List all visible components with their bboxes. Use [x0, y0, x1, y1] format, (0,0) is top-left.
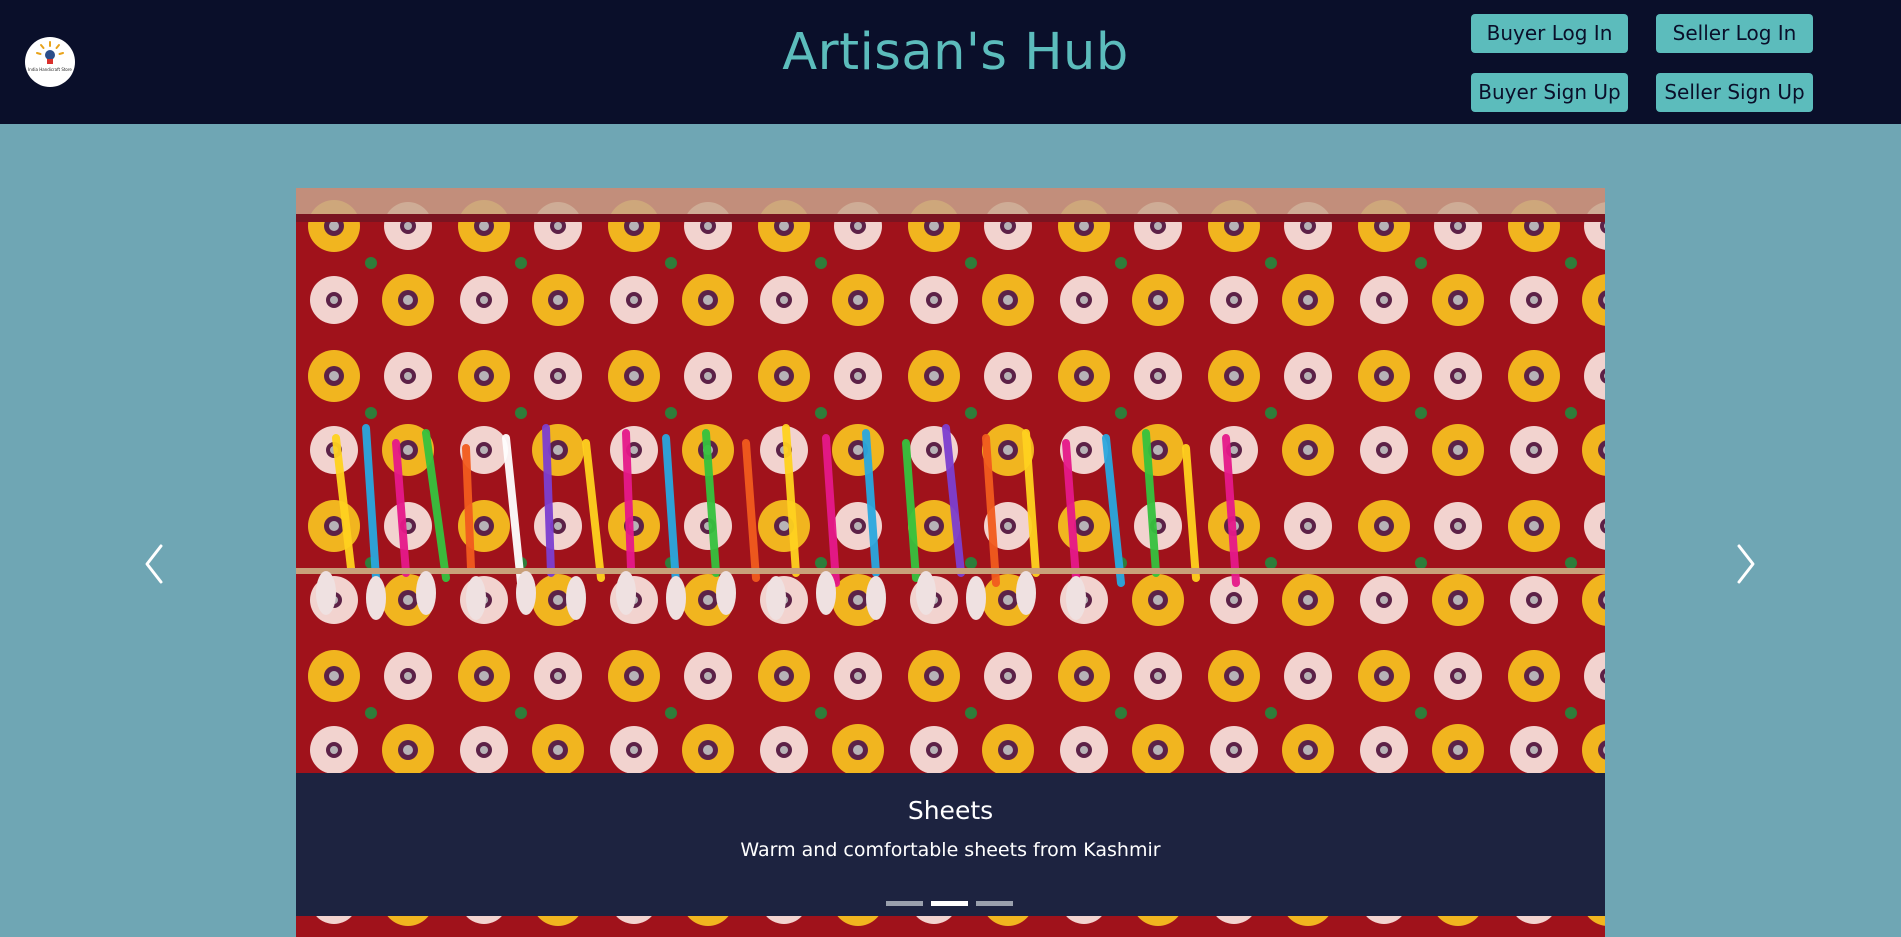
seller-signup-button[interactable]: Seller Sign Up	[1656, 73, 1813, 112]
image-carousel: Sheets Warm and comfortable sheets from …	[296, 188, 1605, 937]
buyer-signup-button[interactable]: Buyer Sign Up	[1471, 73, 1628, 112]
buyer-login-button[interactable]: Buyer Log In	[1471, 14, 1628, 53]
carousel-indicator[interactable]	[886, 901, 923, 906]
carousel-indicator[interactable]	[976, 901, 1013, 906]
seller-login-button[interactable]: Seller Log In	[1656, 14, 1813, 53]
carousel-prev-button[interactable]	[136, 540, 176, 588]
chevron-left-icon	[145, 544, 163, 584]
chevron-right-icon	[1737, 544, 1755, 584]
carousel-indicator-active[interactable]	[931, 901, 968, 906]
top-navbar: India Handicraft Store Artisan's Hub Buy…	[0, 0, 1901, 124]
carousel-next-button[interactable]	[1724, 540, 1764, 588]
carousel-caption-title: Sheets	[907, 796, 994, 825]
carousel-caption-text: Warm and comfortable sheets from Kashmir	[740, 839, 1161, 861]
